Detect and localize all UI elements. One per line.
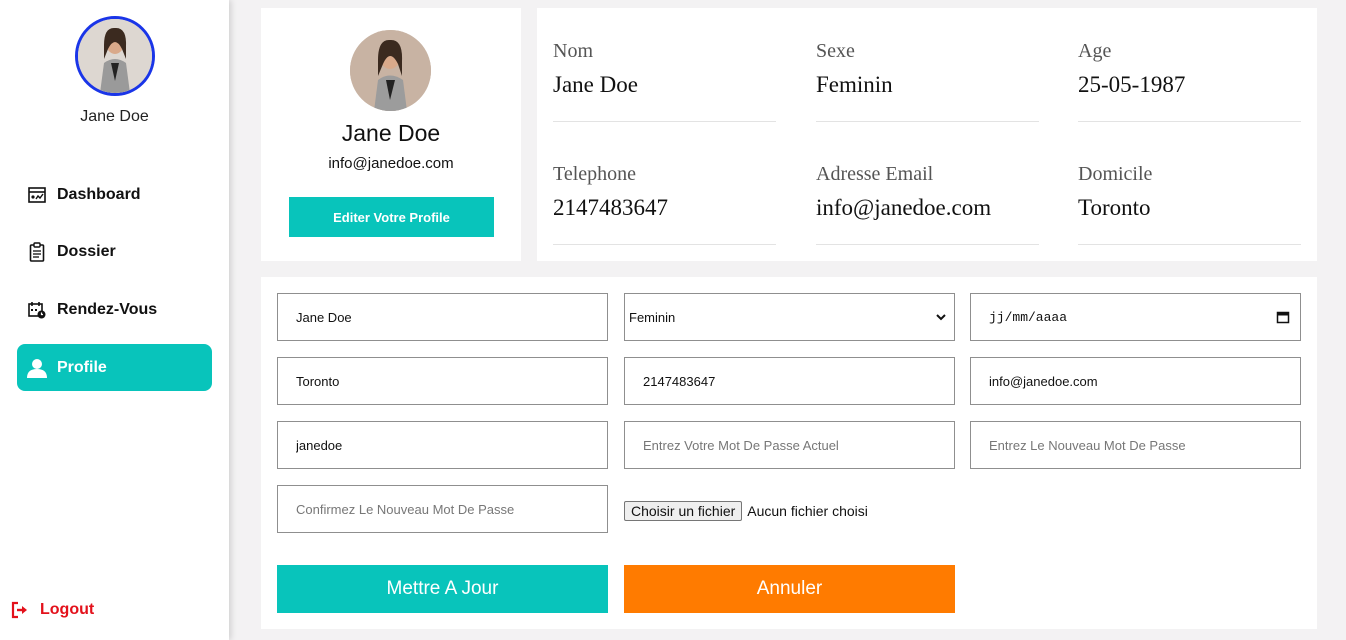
- sidebar-item-rendez-vous[interactable]: Rendez-Vous: [17, 286, 212, 333]
- logout-label: Logout: [40, 601, 95, 618]
- current-password-input[interactable]: [624, 421, 955, 469]
- sidebar: Jane Doe Dashboard Dossier Rendez-Vous P…: [0, 0, 229, 640]
- profile-name: Jane Doe: [341, 120, 441, 146]
- sidebar-item-dashboard[interactable]: Dashboard: [17, 171, 212, 218]
- info-value: info@janedoe.com: [816, 195, 992, 220]
- email-input[interactable]: [970, 357, 1301, 405]
- chevron-down-icon: [934, 310, 948, 324]
- info-value: Toronto: [1078, 195, 1151, 220]
- new-password-input[interactable]: [970, 421, 1301, 469]
- info-age: Age 25-05-1987: [1078, 16, 1301, 122]
- choose-file-button[interactable]: Choisir un fichier: [624, 501, 743, 521]
- edit-profile-form: Feminin jj/mm/aaaa Choisir un fichier Au…: [261, 277, 1317, 629]
- sidebar-avatar[interactable]: [75, 16, 155, 96]
- profile-avatar: [350, 30, 431, 111]
- profile-email: info@janedoe.com: [328, 155, 454, 172]
- name-input[interactable]: [277, 293, 608, 341]
- birthdate-input[interactable]: jj/mm/aaaa: [970, 293, 1301, 341]
- info-label: Domicile: [1078, 163, 1153, 185]
- info-value: 25-05-1987: [1078, 72, 1186, 97]
- sidebar-item-label: Dossier: [57, 242, 116, 260]
- user-icon: [27, 358, 47, 378]
- logout-icon: [10, 600, 30, 620]
- info-telephone: Telephone 2147483647: [553, 139, 776, 245]
- sidebar-item-label: Profile: [57, 358, 107, 376]
- update-button[interactable]: Mettre A Jour: [277, 565, 608, 613]
- dashboard-icon: [27, 185, 47, 205]
- info-label: Sexe: [816, 40, 855, 62]
- sex-select-value: Feminin: [629, 309, 676, 325]
- confirm-password-input[interactable]: [277, 485, 608, 533]
- birthdate-placeholder: jj/mm/aaaa: [989, 309, 1068, 325]
- logout-button[interactable]: Logout: [10, 600, 94, 620]
- info-label: Telephone: [553, 163, 637, 185]
- sidebar-item-dossier[interactable]: Dossier: [17, 228, 212, 275]
- file-upload: Choisir un fichier Aucun fichier choisi: [624, 501, 868, 521]
- info-email: Adresse Email info@janedoe.com: [816, 139, 1039, 245]
- sidebar-item-label: Dashboard: [57, 185, 141, 203]
- profile-card: Jane Doe info@janedoe.com Editer Votre P…: [261, 8, 521, 261]
- edit-profile-button[interactable]: Editer Votre Profile: [289, 197, 494, 237]
- sidebar-user-name: Jane Doe: [80, 108, 149, 125]
- info-label: Nom: [553, 40, 593, 62]
- username-input[interactable]: [277, 421, 608, 469]
- info-label: Age: [1078, 40, 1112, 62]
- calendar-icon: [27, 300, 47, 320]
- info-value: 2147483647: [553, 195, 668, 220]
- info-card: Nom Jane Doe Sexe Feminin Age 25-05-1987…: [537, 8, 1317, 261]
- info-sexe: Sexe Feminin: [816, 16, 1039, 122]
- info-domicile: Domicile Toronto: [1078, 139, 1301, 245]
- info-value: Jane Doe: [553, 72, 638, 97]
- info-nom: Nom Jane Doe: [553, 16, 776, 122]
- calendar-picker-icon[interactable]: [1276, 310, 1290, 324]
- sex-select[interactable]: Feminin: [624, 293, 955, 341]
- info-value: Feminin: [816, 72, 893, 97]
- info-label: Adresse Email: [816, 163, 934, 185]
- clipboard-icon: [27, 241, 47, 262]
- city-input[interactable]: [277, 357, 608, 405]
- sidebar-item-profile[interactable]: Profile: [17, 344, 212, 391]
- phone-input[interactable]: [624, 357, 955, 405]
- file-status: Aucun fichier choisi: [747, 503, 868, 519]
- sidebar-item-label: Rendez-Vous: [57, 300, 158, 318]
- cancel-button[interactable]: Annuler: [624, 565, 955, 613]
